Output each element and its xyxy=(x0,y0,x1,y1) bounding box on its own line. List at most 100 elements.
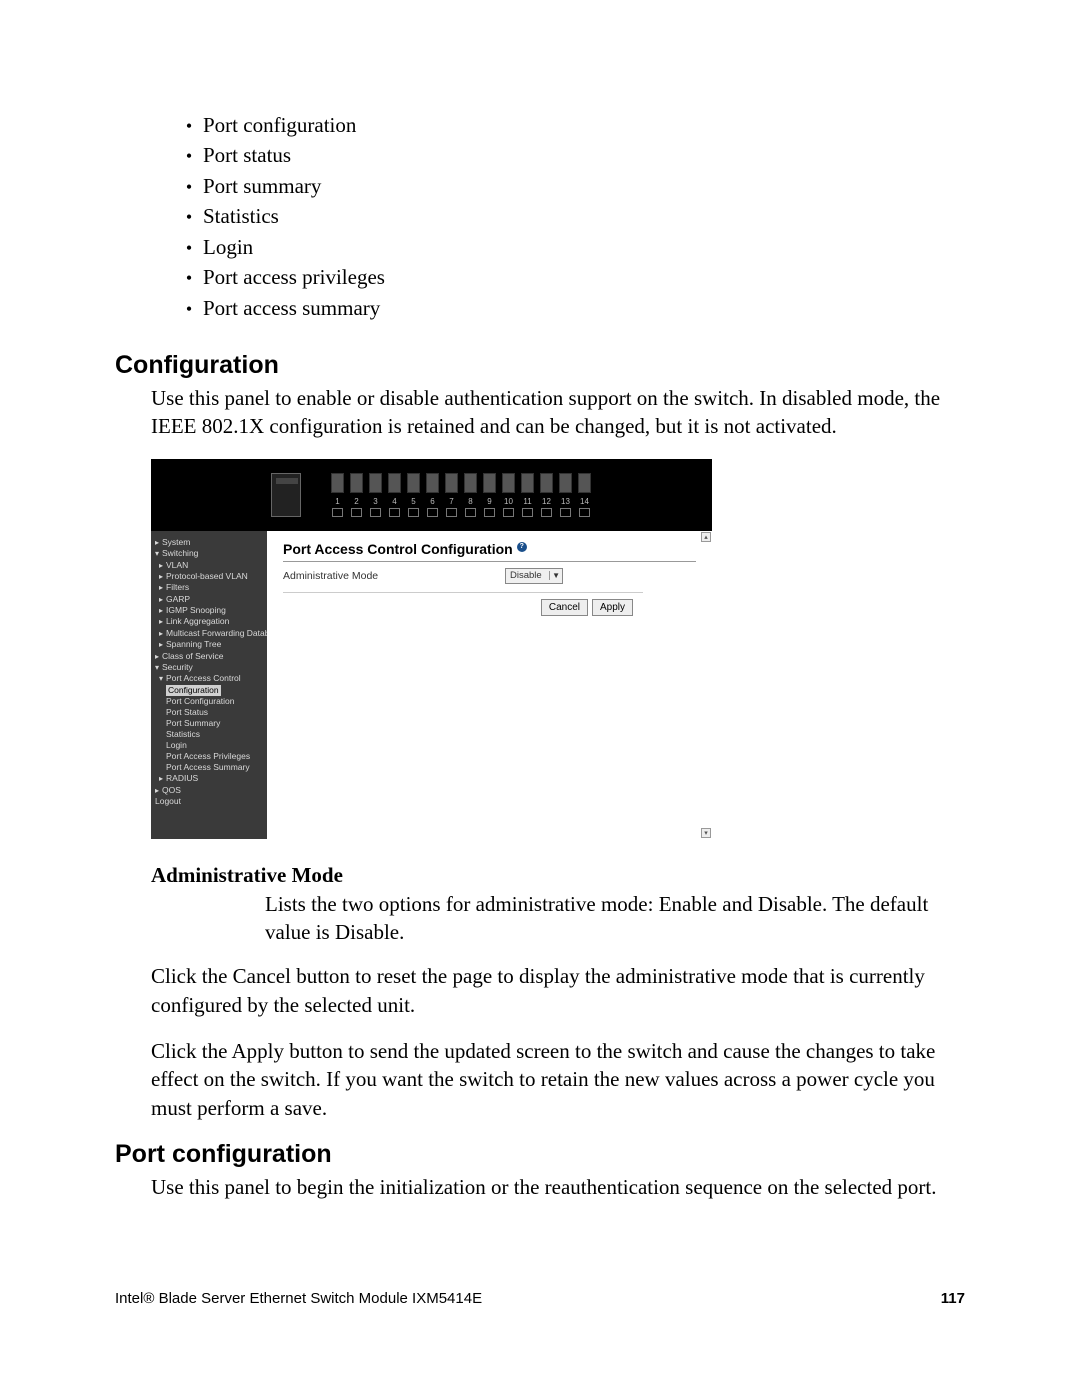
admin-mode-select[interactable]: Disable ▼ xyxy=(505,568,563,584)
caret-right-icon: ▸ xyxy=(159,774,163,784)
bullet-text: Login xyxy=(203,232,253,262)
content-panel: ▴ Port Access Control Configuration ? Ad… xyxy=(267,531,712,839)
footer-text: Intel® Blade Server Ethernet Switch Modu… xyxy=(115,1290,482,1307)
nav-item-logout[interactable]: Logout xyxy=(155,796,263,807)
nav-sidebar: ▸System ▾Switching ▸VLAN ▸Protocol-based… xyxy=(151,531,267,839)
nav-item-qos[interactable]: ▸QOS xyxy=(155,785,263,796)
nav-item-filters[interactable]: ▸Filters xyxy=(159,582,263,593)
bullet-icon: • xyxy=(175,174,203,200)
list-item: •Port configuration xyxy=(175,110,965,140)
apply-button[interactable]: Apply xyxy=(592,599,633,616)
bullet-icon: • xyxy=(175,204,203,230)
bullet-text: Port access summary xyxy=(203,293,380,323)
section-paragraph: Use this panel to begin the initializati… xyxy=(151,1173,965,1201)
port-number: 7 xyxy=(443,497,460,506)
caret-right-icon: ▸ xyxy=(159,572,163,582)
caret-right-icon: ▸ xyxy=(159,617,163,627)
section-heading-configuration: Configuration xyxy=(115,351,965,380)
port-number: 4 xyxy=(386,497,403,506)
bullet-icon: • xyxy=(175,113,203,139)
nav-item-vlan[interactable]: ▸VLAN xyxy=(159,560,263,571)
list-item: •Port summary xyxy=(175,171,965,201)
nav-item-system[interactable]: ▸System xyxy=(155,537,263,548)
nav-item-configuration[interactable]: Configuration xyxy=(166,685,263,696)
scroll-down-icon[interactable]: ▾ xyxy=(701,828,711,838)
port-number: 12 xyxy=(538,497,555,506)
caret-down-icon: ▾ xyxy=(155,663,159,673)
list-item: •Login xyxy=(175,232,965,262)
port-number: 8 xyxy=(462,497,479,506)
caret-right-icon: ▸ xyxy=(159,606,163,616)
nav-item-port-access-summary[interactable]: Port Access Summary xyxy=(166,762,263,773)
panel-title: Port Access Control Configuration xyxy=(283,541,513,557)
bullet-text: Port access privileges xyxy=(203,262,385,292)
caret-right-icon: ▸ xyxy=(155,538,159,548)
caret-down-icon: ▾ xyxy=(155,549,159,559)
nav-item-port-access-control[interactable]: ▾Port Access Control xyxy=(159,673,263,684)
cancel-button[interactable]: Cancel xyxy=(541,599,588,616)
subheading-admin-mode: Administrative Mode xyxy=(151,863,965,888)
nav-item-statistics[interactable]: Statistics xyxy=(166,729,263,740)
nav-item-radius[interactable]: ▸RADIUS xyxy=(159,773,263,784)
bullet-icon: • xyxy=(175,265,203,291)
bullet-text: Statistics xyxy=(203,201,279,231)
admin-mode-description: Lists the two options for administrative… xyxy=(265,890,965,947)
nav-item-port-access-privileges[interactable]: Port Access Privileges xyxy=(166,751,263,762)
bullet-icon: • xyxy=(175,235,203,261)
nav-item-port-status[interactable]: Port Status xyxy=(166,707,263,718)
port-number: 10 xyxy=(500,497,517,506)
field-label-admin-mode: Administrative Mode xyxy=(283,570,505,582)
nav-item-igmp[interactable]: ▸IGMP Snooping xyxy=(159,605,263,616)
port-header-strip: 1 2 3 4 5 6 7 8 9 10 11 12 13 14 xyxy=(151,459,712,531)
port-number: 14 xyxy=(576,497,593,506)
chevron-down-icon: ▼ xyxy=(549,571,560,580)
embedded-ui-screenshot: 1 2 3 4 5 6 7 8 9 10 11 12 13 14 ▸System… xyxy=(151,459,712,839)
caret-right-icon: ▸ xyxy=(155,786,159,796)
port-number: 9 xyxy=(481,497,498,506)
nav-item-garp[interactable]: ▸GARP xyxy=(159,594,263,605)
port-number: 5 xyxy=(405,497,422,506)
caret-right-icon: ▸ xyxy=(159,640,163,650)
section-heading-port-configuration: Port configuration xyxy=(115,1140,965,1169)
nav-item-switching[interactable]: ▾Switching xyxy=(155,548,263,559)
divider xyxy=(283,592,643,593)
bullet-text: Port summary xyxy=(203,171,321,201)
nav-item-multicast-fwd[interactable]: ▸Multicast Forwarding Database xyxy=(159,628,263,639)
nav-item-class-of-service[interactable]: ▸Class of Service xyxy=(155,651,263,662)
bullet-icon: • xyxy=(175,296,203,322)
list-item: •Port access privileges xyxy=(175,262,965,292)
divider xyxy=(283,561,696,562)
port-number: 1 xyxy=(329,497,346,506)
port-number: 11 xyxy=(519,497,536,506)
nav-item-security[interactable]: ▾Security xyxy=(155,662,263,673)
bullet-list: •Port configuration •Port status •Port s… xyxy=(175,110,965,323)
nav-item-link-aggregation[interactable]: ▸Link Aggregation xyxy=(159,616,263,627)
caret-right-icon: ▸ xyxy=(159,561,163,571)
port-number: 2 xyxy=(348,497,365,506)
caret-right-icon: ▸ xyxy=(159,583,163,593)
page-number: 117 xyxy=(941,1290,965,1307)
port-number: 6 xyxy=(424,497,441,506)
nav-item-port-summary[interactable]: Port Summary xyxy=(166,718,263,729)
list-item: •Statistics xyxy=(175,201,965,231)
bullet-text: Port configuration xyxy=(203,110,356,140)
scroll-up-icon[interactable]: ▴ xyxy=(701,532,711,542)
list-item: •Port status xyxy=(175,140,965,170)
nav-item-login[interactable]: Login xyxy=(166,740,263,751)
apply-paragraph: Click the Apply button to send the updat… xyxy=(151,1037,965,1122)
caret-right-icon: ▸ xyxy=(159,595,163,605)
list-item: •Port access summary xyxy=(175,293,965,323)
select-value: Disable xyxy=(510,570,542,581)
device-icon xyxy=(271,473,301,517)
nav-item-port-configuration[interactable]: Port Configuration xyxy=(166,696,263,707)
caret-right-icon: ▸ xyxy=(155,652,159,662)
port-number: 3 xyxy=(367,497,384,506)
caret-right-icon: ▸ xyxy=(159,629,163,639)
help-icon[interactable]: ? xyxy=(517,542,527,552)
section-paragraph: Use this panel to enable or disable auth… xyxy=(151,384,965,441)
nav-item-spanning-tree[interactable]: ▸Spanning Tree xyxy=(159,639,263,650)
caret-down-icon: ▾ xyxy=(159,674,163,684)
port-number: 13 xyxy=(557,497,574,506)
bullet-icon: • xyxy=(175,143,203,169)
nav-item-protocol-vlan[interactable]: ▸Protocol-based VLAN xyxy=(159,571,263,582)
